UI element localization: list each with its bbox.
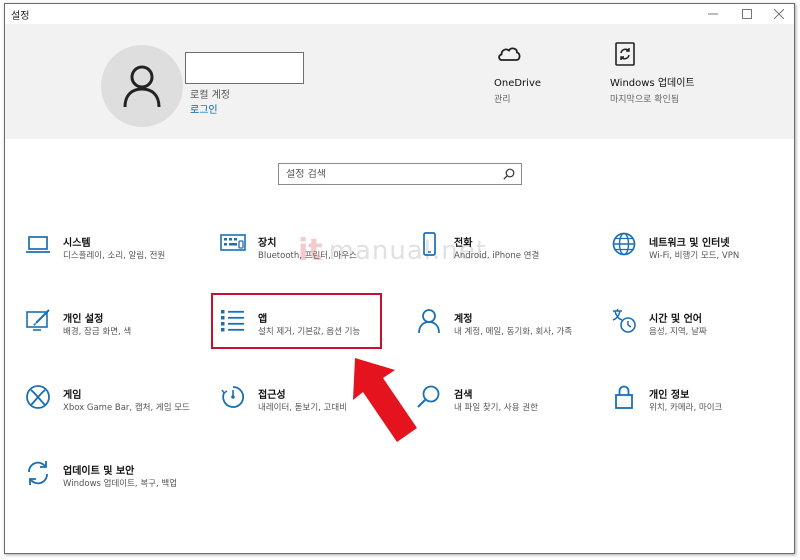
minimize-button[interactable] bbox=[696, 4, 730, 24]
tile-desc: 내 계정, 메일, 동기화, 회사, 가족 bbox=[454, 327, 573, 337]
tile-label: 계정 bbox=[454, 314, 473, 325]
title-bar: 설정 bbox=[5, 4, 794, 24]
update-sync-icon bbox=[28, 461, 48, 485]
tile-label: 접근성 bbox=[258, 390, 286, 401]
tile-label: 전화 bbox=[454, 238, 473, 249]
tile-desc: 내 파일 찾기, 사용 권한 bbox=[454, 403, 538, 413]
tile-phone[interactable]: 전화 Android, iPhone 연결 bbox=[416, 232, 596, 292]
tile-accounts[interactable]: 계정 내 계정, 메일, 동기화, 회사, 가족 bbox=[416, 308, 596, 368]
laptop-icon bbox=[26, 236, 50, 253]
windows-update-title: Windows 업데이트 bbox=[610, 78, 695, 89]
update-icon bbox=[615, 42, 635, 66]
close-button[interactable] bbox=[762, 4, 794, 24]
windows-update-sub: 마지막으로 확인됨 bbox=[610, 95, 680, 105]
window-title: 설정 bbox=[11, 11, 30, 22]
tile-label: 검색 bbox=[454, 390, 473, 401]
tile-label: 게임 bbox=[63, 390, 82, 401]
cloud-icon bbox=[498, 47, 521, 61]
person-icon bbox=[418, 309, 440, 334]
tile-label: 시스템 bbox=[63, 238, 91, 249]
tile-update-security[interactable]: 업데이트 및 보안 Windows 업데이트, 복구, 백업 bbox=[25, 460, 205, 520]
tile-label: 개인 정보 bbox=[649, 390, 690, 401]
tile-desc: 디스플레이, 소리, 알림, 전원 bbox=[63, 251, 166, 261]
tile-desc: 배경, 잠금 화면, 색 bbox=[63, 327, 132, 337]
tile-label: 시간 및 언어 bbox=[649, 314, 702, 325]
tile-desc: Windows 업데이트, 복구, 백업 bbox=[63, 479, 178, 489]
maximize-button[interactable] bbox=[730, 4, 764, 24]
phone-icon bbox=[423, 232, 436, 256]
red-arrow-annotation bbox=[353, 358, 417, 442]
accessibility-icon bbox=[221, 386, 245, 408]
tile-system[interactable]: 시스템 디스플레이, 소리, 알림, 전원 bbox=[25, 232, 205, 292]
search-icon[interactable] bbox=[503, 168, 515, 180]
maximize-icon bbox=[742, 9, 752, 19]
keyboard-icon bbox=[220, 234, 246, 251]
onedrive-title: OneDrive bbox=[494, 78, 542, 89]
tile-label: 네트워크 및 인터넷 bbox=[649, 238, 730, 249]
tile-label: 개인 설정 bbox=[63, 314, 104, 325]
tile-gaming[interactable]: 게임 Xbox Game Bar, 캡처, 게임 모드 bbox=[25, 384, 205, 444]
tile-desc: Xbox Game Bar, 캡처, 게임 모드 bbox=[63, 403, 190, 413]
globe-icon bbox=[612, 232, 636, 256]
avatar[interactable] bbox=[101, 45, 183, 127]
onedrive-sub: 관리 bbox=[494, 95, 511, 105]
signin-link[interactable]: 로그인 bbox=[190, 101, 218, 116]
tile-desc: 음성, 지역, 날짜 bbox=[649, 327, 707, 337]
tile-desc: Bluetooth, 프린터, 마우스 bbox=[258, 251, 357, 261]
windows-update-quick-link[interactable]: Windows 업데이트 마지막으로 확인됨 bbox=[610, 41, 695, 105]
settings-window: 설정 로컬 계정 로그인 OneDrive 관리 Windows 업데이트 마지… bbox=[4, 3, 795, 554]
onedrive-quick-link[interactable]: OneDrive 관리 bbox=[494, 41, 541, 105]
settings-search[interactable] bbox=[278, 163, 522, 185]
time-language-icon bbox=[612, 309, 636, 333]
tile-search[interactable]: 검색 내 파일 찾기, 사용 권한 bbox=[416, 384, 596, 444]
tile-desc: Android, iPhone 연결 bbox=[454, 251, 540, 261]
xbox-icon bbox=[26, 385, 50, 409]
tile-desc: 위치, 카메라, 마이크 bbox=[649, 403, 723, 413]
paint-icon bbox=[26, 309, 50, 331]
lock-icon bbox=[615, 385, 633, 409]
account-type: 로컬 계정 bbox=[190, 90, 230, 101]
tile-time-language[interactable]: 시간 및 언어 음성, 지역, 날짜 bbox=[611, 308, 791, 368]
tile-label: 업데이트 및 보안 bbox=[63, 466, 135, 477]
tile-privacy[interactable]: 개인 정보 위치, 카메라, 마이크 bbox=[611, 384, 791, 444]
apps-highlight-box bbox=[211, 293, 382, 349]
tile-network[interactable]: 네트워크 및 인터넷 Wi-Fi, 비행기 모드, VPN bbox=[611, 232, 791, 292]
user-name-redacted bbox=[185, 52, 304, 84]
close-icon bbox=[774, 9, 784, 19]
tile-label: 장치 bbox=[258, 238, 277, 249]
tile-desc: Wi-Fi, 비행기 모드, VPN bbox=[649, 251, 740, 261]
account-header: 로컬 계정 로그인 OneDrive 관리 Windows 업데이트 마지막으로… bbox=[5, 24, 794, 139]
minimize-icon bbox=[708, 13, 718, 15]
search-input[interactable] bbox=[286, 168, 503, 180]
user-icon bbox=[123, 65, 161, 108]
tile-devices[interactable]: 장치 Bluetooth, 프린터, 마우스 bbox=[220, 232, 400, 292]
tile-personalization[interactable]: 개인 설정 배경, 잠금 화면, 색 bbox=[25, 308, 205, 368]
